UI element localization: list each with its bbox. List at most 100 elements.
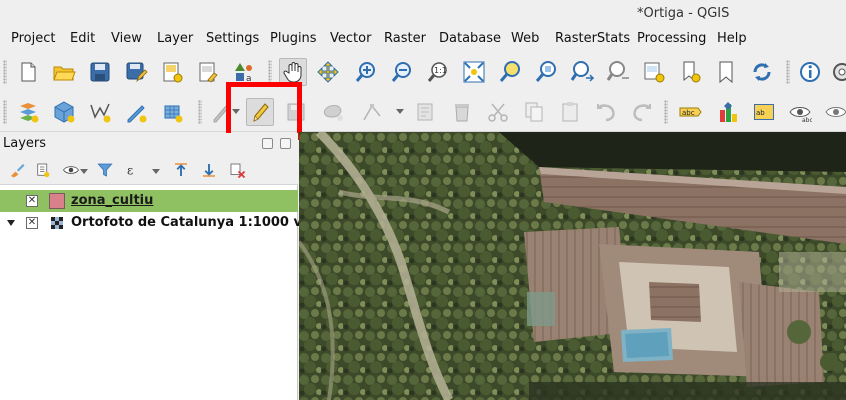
label-icon[interactable]: abc xyxy=(676,98,704,126)
layer-row[interactable]: ✕ zona_cultiu xyxy=(0,190,298,212)
new-temporary-layer-icon[interactable] xyxy=(122,98,150,126)
zoom-next-icon[interactable] xyxy=(604,58,632,86)
toolbar-grip[interactable] xyxy=(786,60,790,84)
identify-icon[interactable] xyxy=(796,58,824,86)
menu-settings[interactable]: Settings xyxy=(206,31,259,46)
current-edits-icon xyxy=(206,98,234,126)
panel-title: Layers xyxy=(3,136,47,151)
layer-visibility-checkbox[interactable]: ✕ xyxy=(26,217,38,229)
svg-text:1:1: 1:1 xyxy=(434,66,447,75)
save-edits-icon xyxy=(282,98,310,126)
layers-panel-header: Layers xyxy=(0,133,298,155)
zoom-in-icon[interactable] xyxy=(352,58,380,86)
copy-features-icon xyxy=(520,98,548,126)
raster-layer-icon xyxy=(51,217,63,229)
cut-features-icon xyxy=(484,98,512,126)
zoom-to-selection-icon[interactable] xyxy=(496,58,524,86)
layer-visibility-checkbox[interactable]: ✕ xyxy=(26,195,38,207)
menu-raster[interactable]: Raster xyxy=(384,31,426,46)
menu-view[interactable]: View xyxy=(111,31,142,46)
toggle-editing-icon[interactable] xyxy=(246,98,274,126)
orthophoto-image xyxy=(299,132,846,400)
paste-features-icon xyxy=(556,98,584,126)
toolbar-grip[interactable] xyxy=(3,60,7,84)
chevron-down-icon[interactable] xyxy=(152,169,160,174)
menu-layer[interactable]: Layer xyxy=(157,31,193,46)
pan-icon[interactable] xyxy=(279,58,307,86)
pan-to-selection-icon[interactable] xyxy=(314,58,342,86)
svg-text:ab: ab xyxy=(756,109,765,117)
collapse-all-icon[interactable] xyxy=(198,159,220,181)
show-bookmarks-icon[interactable] xyxy=(712,58,740,86)
show-labels-icon[interactable]: abc xyxy=(786,98,814,126)
svg-text:abc: abc xyxy=(682,109,695,117)
toolbar-grip[interactable] xyxy=(268,60,272,84)
expand-arrow-icon[interactable] xyxy=(7,220,15,226)
close-panel-icon[interactable] xyxy=(280,138,291,149)
pin-labels-icon[interactable] xyxy=(822,98,846,126)
zoom-to-layer-icon[interactable] xyxy=(532,58,560,86)
layer-row[interactable]: ✕ Ortofoto de Catalunya 1:1000 vigent xyxy=(0,212,340,234)
diagram-icon[interactable] xyxy=(714,98,742,126)
layers-panel: Layers ε ✕ zona_cultiu ✕ Ortofoto de Cat… xyxy=(0,133,340,400)
filter-expression-icon[interactable]: ε xyxy=(122,159,144,181)
style-panel-icon[interactable] xyxy=(6,159,28,181)
toolbar-grip[interactable] xyxy=(3,100,7,124)
delete-selected-icon xyxy=(448,98,476,126)
zoom-native-icon[interactable]: 1:1 xyxy=(424,58,452,86)
menu-database[interactable]: Database xyxy=(439,31,501,46)
menu-project[interactable]: Project xyxy=(11,31,55,46)
float-panel-icon[interactable] xyxy=(262,138,273,149)
filter-legend-icon[interactable] xyxy=(94,159,116,181)
settings-icon[interactable] xyxy=(828,58,846,86)
save-project-icon[interactable] xyxy=(86,58,114,86)
title-bar: *Ortiga - QGIS xyxy=(0,0,846,28)
new-shapefile-layer-icon[interactable] xyxy=(86,98,114,126)
remove-layer-icon[interactable] xyxy=(226,159,248,181)
manage-visibility-icon[interactable] xyxy=(60,159,82,181)
toolbar-grip[interactable] xyxy=(664,100,668,124)
zoom-full-icon[interactable] xyxy=(460,58,488,86)
new-map-view-icon[interactable] xyxy=(640,58,668,86)
style-manager-icon[interactable]: a xyxy=(230,58,258,86)
digitizing-toolbar: abc ab abc xyxy=(0,92,846,132)
add-feature-icon xyxy=(320,98,348,126)
menu-help[interactable]: Help xyxy=(717,31,747,46)
window-title: *Ortiga - QGIS xyxy=(637,6,730,21)
svg-text:abc: abc xyxy=(802,117,812,124)
svg-text:a: a xyxy=(246,74,252,84)
menu-web[interactable]: Web xyxy=(511,31,539,46)
refresh-icon[interactable] xyxy=(748,58,776,86)
new-project-icon[interactable] xyxy=(14,58,42,86)
layout-manager-icon[interactable] xyxy=(194,58,222,86)
label-toolbar-icon[interactable]: ab xyxy=(750,98,778,126)
new-virtual-layer-icon[interactable] xyxy=(158,98,186,126)
menu-edit[interactable]: Edit xyxy=(70,31,95,46)
zoom-last-icon[interactable] xyxy=(568,58,596,86)
menu-vector[interactable]: Vector xyxy=(330,31,371,46)
modify-attributes-icon xyxy=(412,98,440,126)
new-geopackage-layer-icon[interactable] xyxy=(50,98,78,126)
toolbar-grip[interactable] xyxy=(198,100,202,124)
undo-icon xyxy=(592,98,620,126)
menu-processing[interactable]: Processing xyxy=(637,31,706,46)
map-canvas[interactable] xyxy=(299,132,846,400)
layer-symbol-swatch xyxy=(49,193,65,209)
chevron-down-icon[interactable] xyxy=(232,109,240,114)
new-bookmark-icon[interactable] xyxy=(676,58,704,86)
open-project-icon[interactable] xyxy=(50,58,78,86)
expand-all-icon[interactable] xyxy=(170,159,192,181)
zoom-out-icon[interactable] xyxy=(388,58,416,86)
menu-bar: Project Edit View Layer Settings Plugins… xyxy=(0,28,846,50)
add-group-icon[interactable] xyxy=(32,159,54,181)
layers-panel-toolbar: ε xyxy=(0,155,298,185)
menu-rasterstats[interactable]: RasterStats xyxy=(555,31,630,46)
chevron-down-icon[interactable] xyxy=(80,169,88,174)
redo-icon xyxy=(628,98,656,126)
menu-plugins[interactable]: Plugins xyxy=(270,31,317,46)
new-print-layout-icon[interactable] xyxy=(158,58,186,86)
save-as-icon[interactable] xyxy=(122,58,150,86)
chevron-down-icon[interactable] xyxy=(396,109,404,114)
data-source-manager-icon[interactable] xyxy=(14,98,42,126)
svg-text:ε: ε xyxy=(127,164,133,178)
